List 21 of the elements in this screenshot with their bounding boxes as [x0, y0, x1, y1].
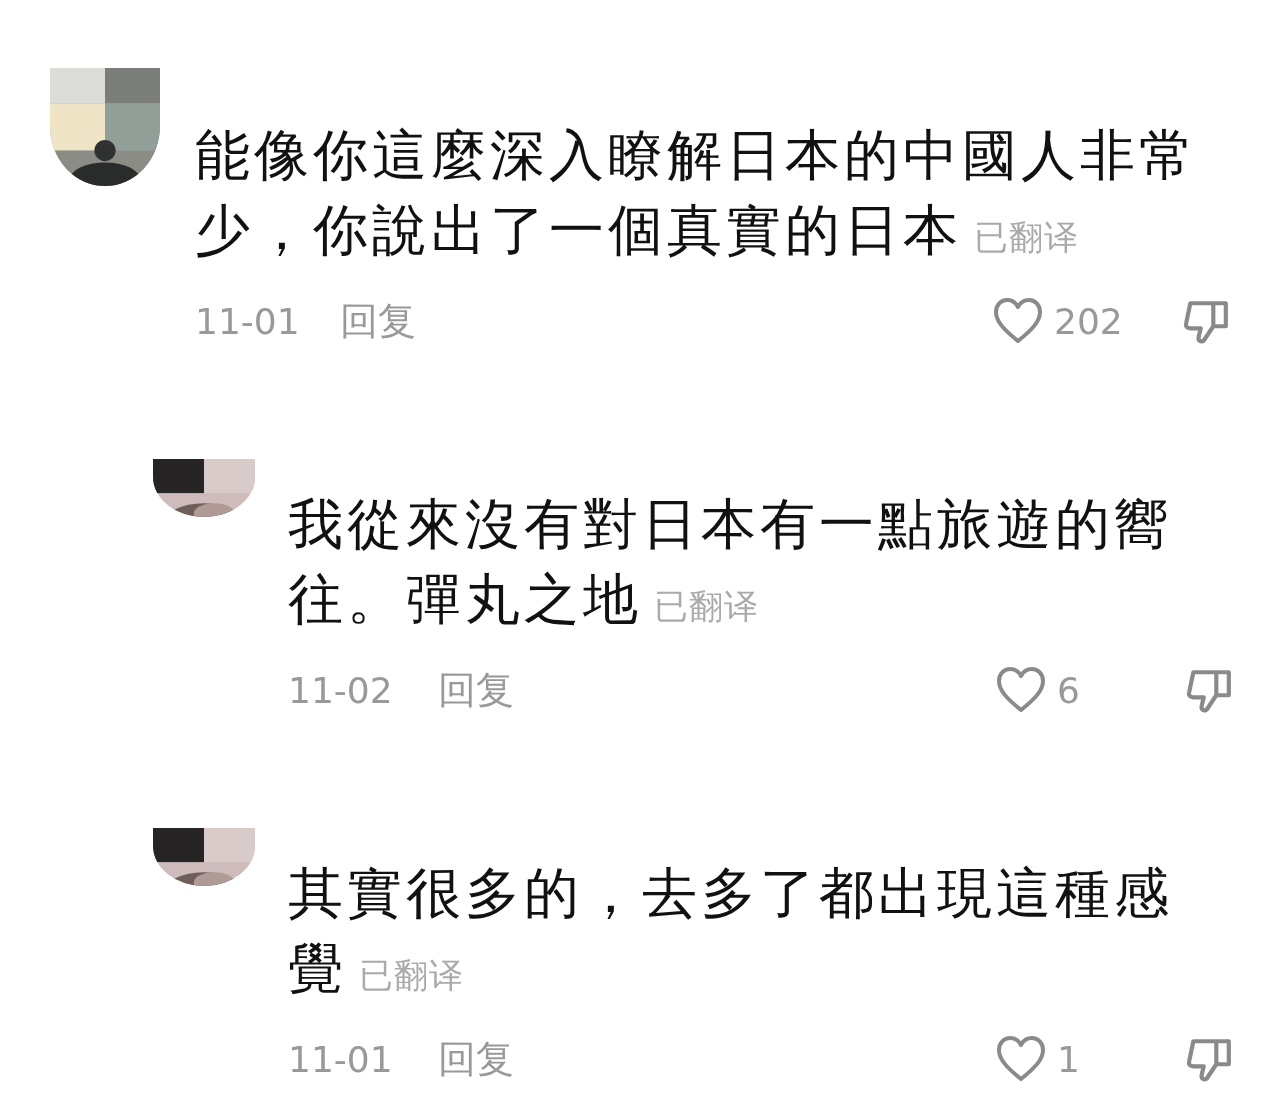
heart-icon[interactable]	[992, 297, 1044, 345]
reply-link[interactable]: 回复	[340, 295, 416, 347]
comment-text-line: 我從來沒有對日本有一點旅遊的嚮	[288, 492, 1173, 556]
comment-date: 11-01	[288, 1038, 394, 1080]
comment-text-line: 少，你說出了一個真實的日本	[195, 198, 962, 262]
comment-text-line: 覺	[288, 936, 347, 1000]
comment-date: 11-01	[195, 300, 301, 342]
translated-label: 已翻译	[359, 955, 464, 995]
reply-link[interactable]: 回复	[438, 664, 514, 716]
comment-text-line: 其實很多的，去多了都出現這種感	[288, 861, 1173, 925]
translated-label: 已翻译	[974, 217, 1079, 257]
heart-icon[interactable]	[995, 666, 1047, 714]
translated-label: 已翻译	[654, 586, 759, 626]
comment-text-line: 往。彈丸之地	[288, 567, 642, 631]
heart-icon[interactable]	[995, 1035, 1047, 1083]
comment-text-line: 能像你這麼深入瞭解日本的中國人非常	[195, 123, 1198, 187]
comment-date: 11-02	[288, 669, 394, 711]
like-count: 6	[1057, 669, 1080, 711]
reply-link[interactable]: 回复	[438, 1033, 514, 1085]
like-count: 1	[1057, 1038, 1080, 1080]
like-count: 202	[1054, 300, 1123, 342]
